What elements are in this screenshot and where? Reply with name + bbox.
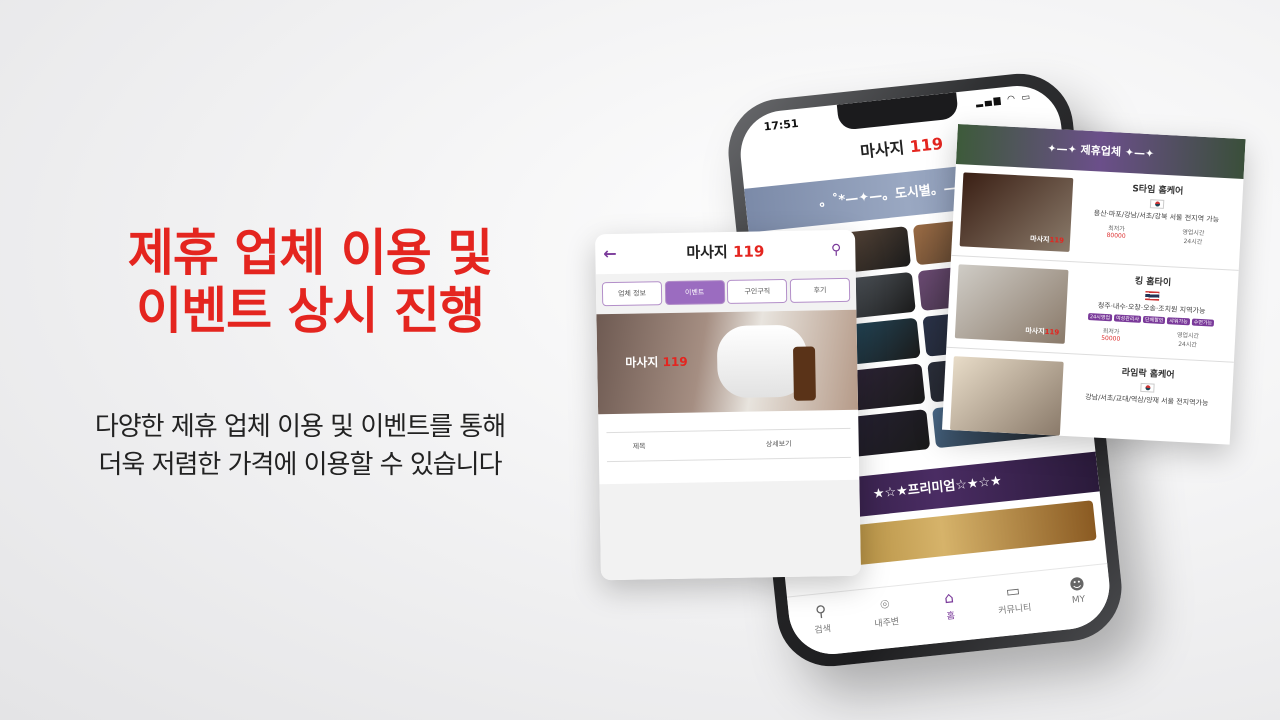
tab-0[interactable]: 업체 정보 [601,281,663,307]
community-icon: ▭ [1004,581,1021,601]
status-icons: ▂▄▆ ◠ ▭ [975,92,1033,109]
shop-image: 마사지119 [954,264,1069,344]
nav-item-location-pin[interactable]: ⌾ 내주변 [859,593,914,651]
shop-meta: 최저가 50000 영업시간 24시간 [1073,324,1228,350]
shop-tag: 수면가능 [1191,318,1215,327]
event-hero-image: 마사지 119 [596,309,859,415]
event-hero-logo: 마사지 119 [625,353,688,371]
nav-item-label: 커뮤니티 [997,603,1032,617]
shop-logo-number: 119 [1049,235,1065,245]
shop-price: 80000 [1106,231,1126,240]
event-tabs: 업체 정보 이벤트 구인구직 후기 [595,269,857,315]
tab-2[interactable]: 구인구직 [727,278,788,304]
event-header-title-number: 119 [732,242,765,261]
nav-item-label: MY [1071,594,1086,606]
oil-bottle-illustration [792,346,816,401]
nav-item-label: 검색 [814,624,832,636]
shop-info: S타임 홈케어 용산·마포/강남/서초/강북 서울 전지역 가능 최저가 80000 영… [1069,178,1235,261]
user-icon: ☻ [1068,574,1086,595]
shop-list: 마사지119 S타임 홈케어 용산·마포/강남/서초/강북 서울 전지역 가능 최저가… [941,163,1244,445]
app-title: 마사지 [859,138,906,162]
subcopy: 다양한 제휴 업체 이용 및 이벤트를 통해 더욱 저렴한 가격에 이용할 수 … [20,408,580,484]
thailand-flag-icon [1145,291,1160,301]
column-detail: 상세보기 [765,439,792,449]
nav-item-label: 내주변 [873,617,900,630]
shop-row[interactable]: 라임락 홈케어 강남/서초/교대/역삼/양재 서울 전지역가능 [941,347,1234,445]
shop-hours: 24시간 [1177,340,1198,349]
event-hero-logo-text: 마사지 [625,355,659,370]
nav-item-search[interactable]: ⚲ 검색 [795,600,850,658]
korea-flag-icon [1149,199,1165,209]
app-title-number: 119 [908,133,944,157]
shop-logo-text: 마사지 [1025,326,1045,336]
nav-item-home[interactable]: ⌂ 홈 [923,586,978,644]
shop-tag: 샤워가능 [1167,317,1190,326]
shop-meta: 최저가 80000 영업시간 24시간 [1078,221,1233,247]
back-arrow-icon[interactable]: ← [603,234,617,274]
shop-tag: 24시영업 [1087,313,1113,322]
shop-price: 50000 [1101,334,1121,343]
shop-info: 킹 홈타이 청주·내수·오창·오송·조치원 지역가능 24시영업 여성관리사 단체할인 샤… [1065,270,1231,353]
column-title: 제목 [632,442,646,451]
korea-flag-icon [1140,382,1155,393]
event-list-body [599,479,861,581]
shop-hours: 24시간 [1183,237,1203,246]
shop-tag: 단체할인 [1142,315,1166,325]
shop-logo-number: 119 [1044,327,1060,337]
nav-item-user[interactable]: ☻ MY [1051,573,1106,631]
search-icon: ⚲ [814,601,828,621]
tab-3[interactable]: 후기 [789,277,851,303]
partner-list-card: ✦—✦ 제휴업체 ✦—✦ 마사지119 S타임 홈케어 용산·마포/강남/서초/강북… [941,124,1246,445]
nav-item-label: 홈 [946,611,956,623]
headline: 제휴 업체 이용 및 이벤트 상시 진행 [40,224,580,340]
location-pin-icon: ⌾ [879,595,891,614]
home-icon: ⌂ [943,588,955,608]
headline-line-1: 제휴 업체 이용 및 [127,224,493,282]
shop-info: 라임락 홈케어 강남/서초/교대/역삼/양재 서울 전지역가능 [1060,362,1226,445]
shop-logo: 마사지119 [1030,234,1064,246]
shop-row[interactable]: 마사지119 S타임 홈케어 용산·마포/강남/서초/강북 서울 전지역 가능 최저가… [951,163,1244,271]
search-icon[interactable]: ⚲ [831,230,842,270]
headline-line-2: 이벤트 상시 진행 [136,282,485,340]
status-time: 17:51 [763,116,800,134]
event-header: ← 마사지 119 ⚲ [595,230,856,275]
subcopy-line-1: 다양한 제휴 업체 이용 및 이벤트를 통해 [94,412,506,442]
nav-item-community[interactable]: ▭ 커뮤니티 [987,579,1042,637]
event-hero-logo-number: 119 [662,354,688,370]
bottom-nav: ⚲ 검색 ⌾ 내주변 ⌂ 홈 ▭ 커뮤니티 ☻ MY [786,563,1114,659]
phone-notch [836,92,959,131]
tab-1[interactable]: 이벤트 [664,280,725,306]
shop-logo: 마사지119 [1025,326,1059,338]
event-header-title: 마사지 [686,242,728,262]
shop-image: 마사지119 [959,172,1074,253]
subcopy-line-2: 더욱 저렴한 가격에 이용할 수 있습니다 [98,450,502,480]
shop-tag: 여성관리사 [1113,314,1142,323]
shop-image [949,356,1064,436]
shop-row[interactable]: 마사지119 킹 홈타이 청주·내수·오창·오송·조치원 지역가능 24시영업 여성관리… [946,255,1239,363]
event-detail-card: ← 마사지 119 ⚲ 업체 정보 이벤트 구인구직 후기 마사지 119 제목 상세… [595,229,861,581]
shop-logo-text: 마사지 [1029,234,1050,244]
event-table-header: 제목 상세보기 [606,427,851,463]
